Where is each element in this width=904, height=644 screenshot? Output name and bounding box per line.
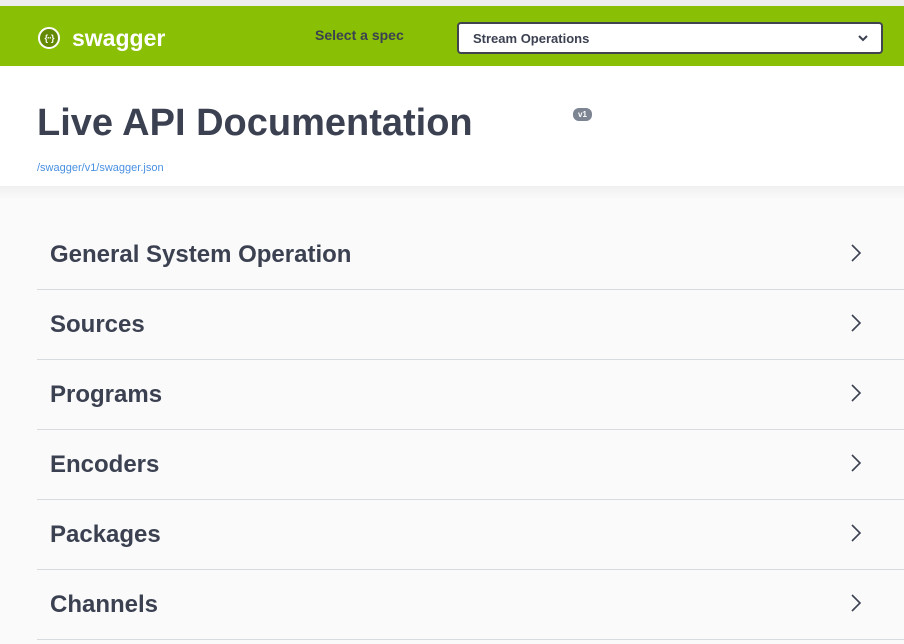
chevron-right-icon: [851, 244, 862, 262]
tag-label: Packages: [50, 520, 161, 548]
tag-label: General System Operation: [50, 240, 352, 268]
section-divider: [0, 186, 904, 199]
tag-label: Sources: [50, 310, 145, 338]
tag-programs[interactable]: Programs: [37, 360, 904, 430]
brand-link[interactable]: {··} swagger: [38, 24, 165, 52]
spec-select-value: Stream Operations: [473, 30, 590, 46]
tag-channels[interactable]: Channels: [37, 570, 904, 640]
chevron-right-icon: [851, 524, 862, 542]
spec-select-label: Select a spec: [315, 27, 404, 43]
tag-sources[interactable]: Sources: [37, 290, 904, 360]
chevron-right-icon: [851, 384, 862, 402]
tag-label: Channels: [50, 590, 159, 618]
tag-list: General System Operation Sources Program…: [37, 220, 904, 640]
swagger-logo-icon: {··}: [38, 27, 60, 49]
chevron-right-icon: [851, 454, 862, 472]
tag-label: Programs: [50, 380, 163, 408]
topbar: {··} swagger Select a spec Stream Operat…: [0, 0, 904, 66]
spec-select[interactable]: Stream Operations: [457, 22, 883, 54]
tag-encoders[interactable]: Encoders: [37, 430, 904, 500]
info-section: Live API Documentation v1 /swagger/v1/sw…: [0, 66, 904, 186]
chevron-right-icon: [851, 594, 862, 612]
tag-label: Encoders: [50, 450, 160, 478]
chevron-right-icon: [851, 314, 862, 332]
tag-packages[interactable]: Packages: [37, 500, 904, 570]
spec-url-link[interactable]: /swagger/v1/swagger.json: [37, 162, 164, 174]
brand-name: swagger: [72, 24, 166, 51]
chevron-down-icon: [858, 35, 868, 42]
tag-general-system-operation[interactable]: General System Operation: [37, 220, 904, 290]
version-badge: v1: [573, 108, 592, 121]
page-title: Live API Documentation: [37, 102, 473, 144]
